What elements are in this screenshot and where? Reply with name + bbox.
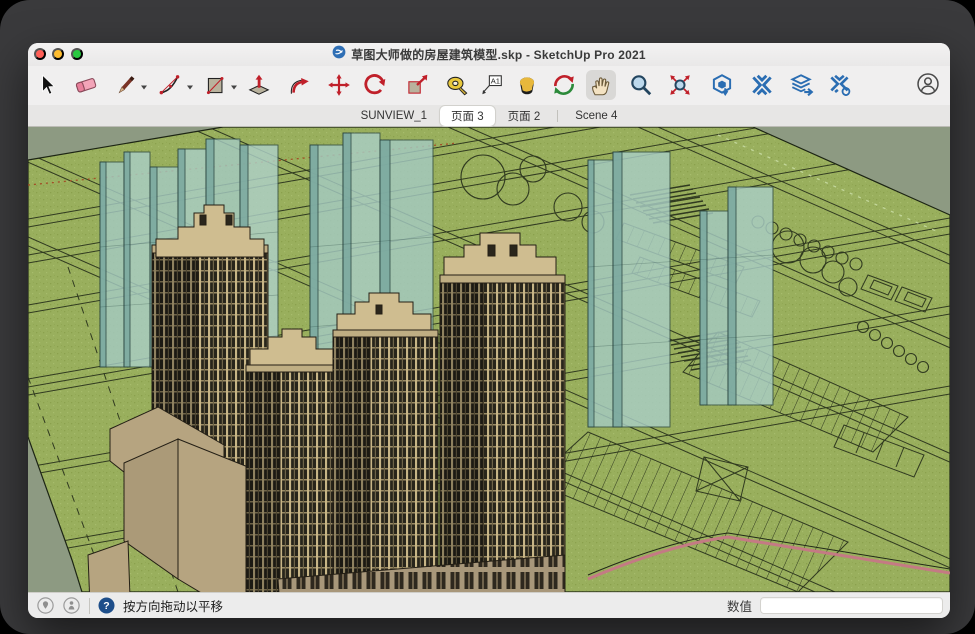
status-hint: 按方向拖动以平移 <box>123 596 223 615</box>
window-title: 草图大师做的房屋建筑模型.skp - SketchUp Pro 2021 <box>351 46 646 63</box>
arc-tool-button[interactable] <box>155 70 185 100</box>
paint-bucket-tool-button[interactable] <box>512 70 542 100</box>
scene-tab-bar: SUNVIEW_1 页面 3 页面 2 Scene 4 <box>28 105 950 127</box>
shapes-tool-caret[interactable] <box>230 83 238 91</box>
zoom-tool-button[interactable] <box>626 70 656 100</box>
eraser-tool-button[interactable] <box>71 70 101 100</box>
help-icon[interactable]: ? <box>98 597 115 614</box>
measurement-input[interactable] <box>760 597 943 614</box>
scene-tab-page2[interactable]: 页面 2 <box>497 106 552 126</box>
sketchup-file-icon <box>332 45 346 64</box>
move-tool-button[interactable] <box>324 70 354 100</box>
select-tool-button[interactable] <box>32 70 62 100</box>
geolocation-icon[interactable] <box>37 597 54 614</box>
status-bar: ? 按方向拖动以平移 数值 <box>28 592 950 618</box>
close-button[interactable] <box>34 48 46 60</box>
tape-measure-tool-button[interactable] <box>442 70 472 100</box>
credits-icon[interactable] <box>63 597 80 614</box>
model-viewport[interactable] <box>28 127 950 592</box>
push-pull-tool-button[interactable] <box>244 70 274 100</box>
scene-tab-sunview1[interactable]: SUNVIEW_1 <box>350 108 438 124</box>
account-button[interactable] <box>913 70 943 100</box>
shapes-tool-button[interactable] <box>201 70 231 100</box>
zoom-extents-tool-button[interactable] <box>665 70 695 100</box>
pan-tool-button[interactable] <box>586 70 616 100</box>
title-bar: 草图大师做的房屋建筑模型.skp - SketchUp Pro 2021 <box>28 43 950 66</box>
extension-manager-button[interactable] <box>825 70 855 100</box>
3d-warehouse-button[interactable] <box>707 70 737 100</box>
arc-tool-caret[interactable] <box>186 83 194 91</box>
fullscreen-button[interactable] <box>71 48 83 60</box>
follow-me-tool-button[interactable] <box>284 70 314 100</box>
tower-2 <box>246 329 338 592</box>
rotate-tool-button[interactable] <box>360 70 390 100</box>
svg-text:A1: A1 <box>491 76 500 85</box>
svg-text:?: ? <box>103 600 109 612</box>
minimize-button[interactable] <box>52 48 64 60</box>
scene-tab-scene4[interactable]: Scene 4 <box>564 108 628 124</box>
model-canvas <box>28 127 950 592</box>
line-tool-button[interactable] <box>111 70 141 100</box>
tower-4 <box>440 233 565 592</box>
dimension-text-tool-button[interactable]: A1 <box>476 70 506 100</box>
line-tool-caret[interactable] <box>140 83 148 91</box>
measurement-label: 数值 <box>727 596 752 615</box>
status-separator <box>89 598 90 614</box>
extension-warehouse-button[interactable] <box>747 70 777 100</box>
tower-3 <box>333 293 438 592</box>
scene-tab-page3[interactable]: 页面 3 <box>440 106 495 126</box>
share-model-button[interactable] <box>786 70 816 100</box>
orbit-tool-button[interactable] <box>549 70 579 100</box>
toolbar: A1 <box>28 66 950 105</box>
sketchup-window: 草图大师做的房屋建筑模型.skp - SketchUp Pro 2021 <box>28 43 950 618</box>
scale-tool-button[interactable] <box>402 70 432 100</box>
tab-separator <box>557 110 558 122</box>
